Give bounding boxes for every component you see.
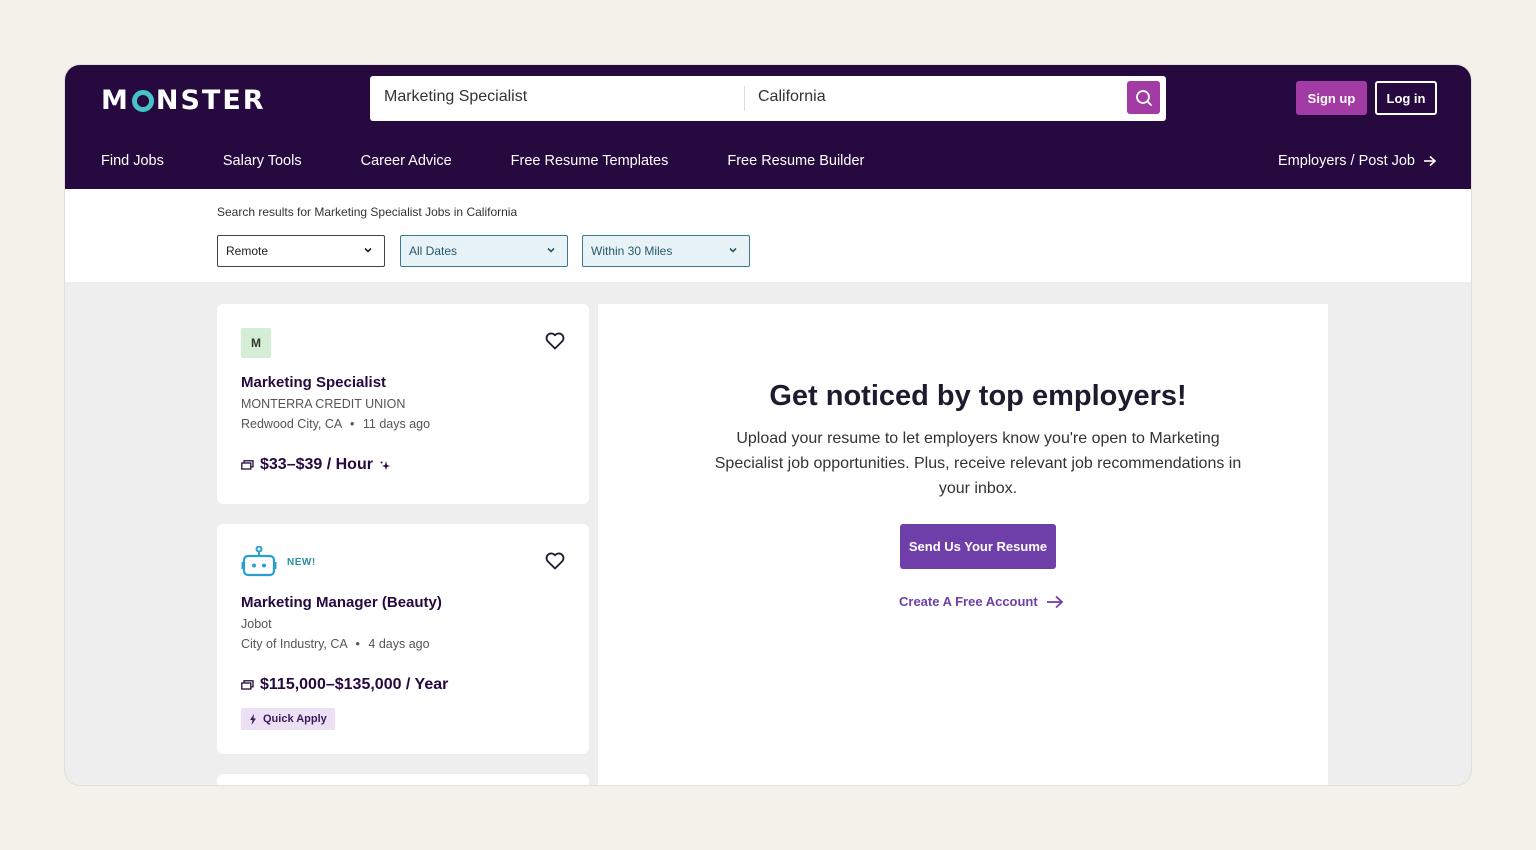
sign-up-button[interactable]: Sign up — [1296, 81, 1367, 115]
new-badge: NEW! — [287, 557, 316, 568]
job-meta: Redwood City, CA • 11 days ago — [241, 417, 430, 431]
job-salary: $115,000–$135,000 / Year — [241, 676, 448, 694]
remote-dropdown[interactable]: Remote — [217, 235, 385, 267]
nav-item-free-resume-templates[interactable]: Free Resume Templates — [511, 153, 669, 173]
quick-apply-label: Quick Apply — [263, 713, 327, 725]
send-resume-button[interactable]: Send Us Your Resume — [900, 524, 1056, 569]
money-icon — [241, 460, 254, 470]
dot-separator: • — [355, 637, 360, 651]
search-divider — [744, 86, 745, 111]
nav-item-free-resume-builder[interactable]: Free Resume Builder — [727, 153, 864, 173]
job-meta: City of Industry, CA • 4 days ago — [241, 637, 430, 651]
heart-icon[interactable] — [545, 332, 565, 350]
create-account-link[interactable]: Create A Free Account — [899, 594, 1064, 609]
app-window: M NSTER Sign up Log in Find Jobs Salary T… — [64, 64, 1472, 786]
job-card[interactable]: M Marketing Specialist MONTERRA CREDIT U… — [217, 304, 589, 504]
create-account-label: Create A Free Account — [899, 594, 1038, 609]
promo-body: Upload your resume to let employers know… — [714, 430, 1242, 497]
company-name: Jobot — [241, 617, 272, 631]
logo-text-end: NSTER — [155, 84, 266, 116]
employers-post-job-link[interactable]: Employers / Post Job — [1278, 153, 1437, 169]
company-name: MONTERRA CREDIT UNION — [241, 397, 406, 411]
keyword-input[interactable] — [384, 88, 734, 106]
location-input[interactable] — [758, 88, 1108, 106]
arrow-right-icon — [1046, 595, 1064, 608]
results-summary: Search results for Marketing Specialist … — [217, 205, 518, 219]
heart-icon[interactable] — [545, 552, 565, 570]
job-location: City of Industry, CA — [241, 637, 348, 651]
log-in-button[interactable]: Log in — [1375, 81, 1437, 115]
job-card[interactable] — [217, 774, 589, 785]
distance-dropdown[interactable]: Within 30 Miles — [582, 235, 750, 267]
filter-bar: Search results for Marketing Specialist … — [65, 189, 1471, 282]
job-salary: $33–$39 / Hour — [241, 456, 391, 474]
chevron-down-icon — [547, 247, 555, 253]
remote-dropdown-label: Remote — [226, 244, 269, 258]
salary-text: $33–$39 / Hour — [260, 456, 373, 473]
logo-text-start: M — [101, 84, 130, 116]
dot-separator: • — [350, 417, 355, 431]
money-icon — [241, 680, 254, 690]
chevron-down-icon — [364, 247, 372, 253]
job-title[interactable]: Marketing Specialist — [241, 374, 386, 391]
site-header: M NSTER Sign up Log in Find Jobs Salary T… — [65, 65, 1471, 189]
chevron-down-icon — [729, 247, 737, 253]
sparkle-icon — [380, 461, 390, 470]
job-card[interactable]: NEW! Marketing Manager (Beauty) Jobot Ci… — [217, 524, 589, 754]
job-age: 4 days ago — [368, 637, 430, 651]
dates-dropdown-label: All Dates — [409, 244, 458, 258]
company-logo: M — [241, 328, 271, 358]
distance-dropdown-label: Within 30 Miles — [591, 244, 673, 258]
quick-apply-badge[interactable]: Quick Apply — [241, 708, 335, 730]
promo-heading: Get noticed by top employers! — [769, 380, 1187, 412]
salary-text: $115,000–$135,000 / Year — [260, 676, 449, 693]
main-nav: Find Jobs Salary Tools Career Advice Fre… — [101, 153, 923, 173]
search-bar — [370, 76, 1166, 121]
search-icon — [1135, 89, 1152, 106]
job-location: Redwood City, CA — [241, 417, 342, 431]
logo-o-icon — [131, 90, 154, 112]
employers-label: Employers / Post Job — [1278, 153, 1415, 169]
robot-icon — [241, 546, 277, 577]
search-button[interactable] — [1127, 81, 1160, 114]
arrow-right-icon — [1424, 155, 1437, 167]
monster-logo[interactable]: M NSTER — [101, 84, 266, 116]
lightning-icon — [250, 713, 256, 725]
job-title[interactable]: Marketing Manager (Beauty) — [241, 594, 442, 611]
nav-item-find-jobs[interactable]: Find Jobs — [101, 153, 164, 173]
job-age: 11 days ago — [362, 417, 431, 431]
resume-promo-panel: Get noticed by top employers! Upload you… — [598, 304, 1328, 785]
dates-dropdown[interactable]: All Dates — [400, 235, 568, 267]
nav-item-career-advice[interactable]: Career Advice — [361, 153, 452, 173]
nav-item-salary-tools[interactable]: Salary Tools — [223, 153, 302, 173]
